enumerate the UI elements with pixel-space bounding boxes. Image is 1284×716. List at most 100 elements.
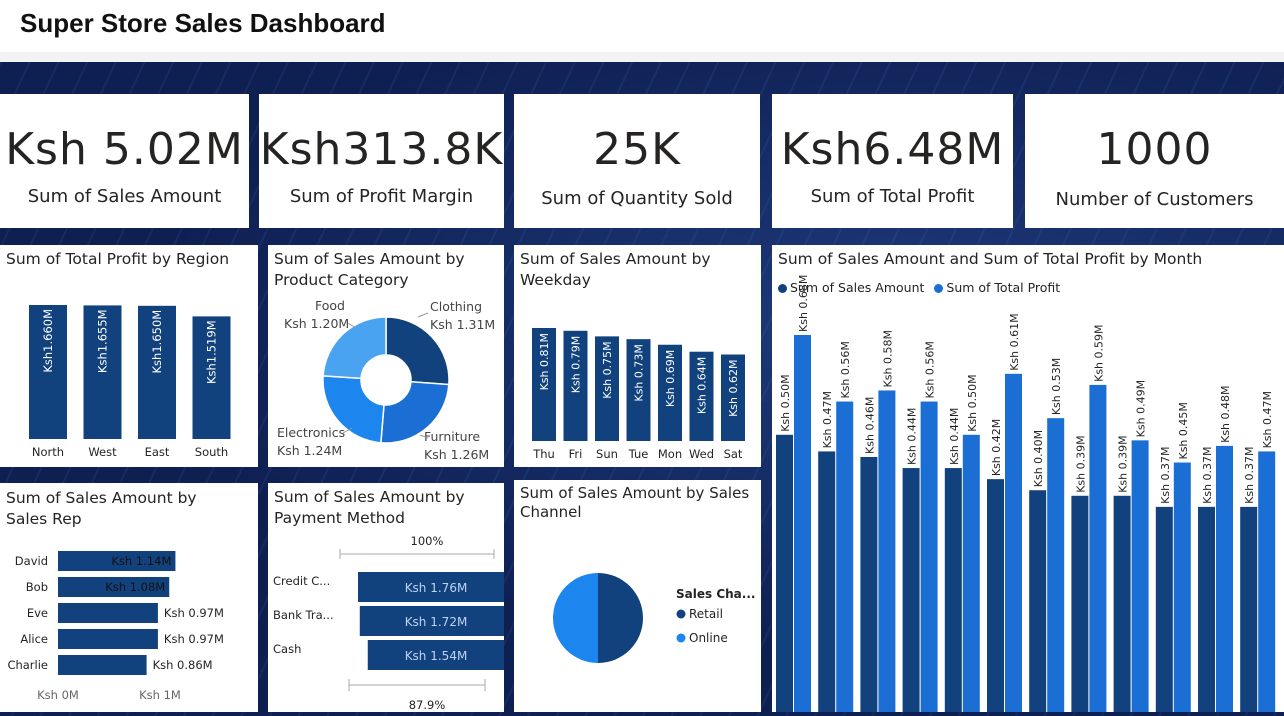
payment-bar-data-label: Ksh 1.76M bbox=[405, 581, 468, 595]
category-value-label: Ksh 1.26M bbox=[424, 447, 489, 462]
salesrep-category-label: Eve bbox=[27, 606, 48, 620]
sales-amount-bar bbox=[987, 479, 1004, 712]
region-bar-data-label: Ksh1.660M bbox=[41, 309, 55, 373]
category-value-label: Ksh 1.24M bbox=[277, 443, 342, 458]
weekday-bar-data-label: Ksh 0.81M bbox=[538, 333, 551, 390]
category-sales-chart[interactable]: Sum of Sales Amount by Product Category … bbox=[268, 245, 504, 467]
sales-amount-data-label: Ksh 0.37M bbox=[1243, 446, 1256, 503]
payment-sales-chart[interactable]: Sum of Sales Amount by Payment Method 10… bbox=[268, 483, 504, 712]
sales-amount-data-label: Ksh 0.46M bbox=[863, 397, 876, 454]
total-profit-bar bbox=[1047, 418, 1065, 712]
payment-bar-data-label: Ksh 1.54M bbox=[405, 649, 468, 663]
total-profit-bar bbox=[794, 335, 811, 712]
payment-bottom-bracket bbox=[348, 679, 486, 691]
total-profit-bar bbox=[1258, 451, 1276, 712]
category-name-label: Furniture bbox=[424, 429, 480, 444]
salesrep-category-label: David bbox=[15, 554, 48, 568]
sales-amount-data-label: Ksh 0.44M bbox=[948, 408, 961, 465]
salesrep-bar-svg: David Ksh 1.14M Bob Ksh 1.08M Eve Ksh 0.97M Al… bbox=[7, 551, 224, 702]
channel-legend-title: Sales Cha... bbox=[676, 587, 755, 601]
kpi-card-profit-margin[interactable]: Ksh313.8K Sum of Profit Margin bbox=[259, 94, 504, 228]
category-name-label: Electronics bbox=[277, 425, 345, 440]
salesrep-bar-data-label: Ksh 0.86M bbox=[153, 658, 213, 672]
payment-bar-data-label: Ksh 1.72M bbox=[405, 615, 468, 629]
weekday-category-label: Tue bbox=[628, 447, 649, 461]
sales-amount-data-label: Ksh 0.44M bbox=[906, 408, 919, 465]
total-profit-bar bbox=[1005, 373, 1022, 712]
weekday-category-label: Fri bbox=[569, 447, 583, 461]
kpi-label: Sum of Sales Amount bbox=[27, 186, 222, 207]
kpi-card-total-profit[interactable]: Ksh6.48M Sum of Total Profit bbox=[772, 94, 1013, 228]
weekday-category-label: Thu bbox=[532, 447, 555, 461]
sales-amount-bar bbox=[860, 456, 878, 712]
kpi-label: Sum of Quantity Sold bbox=[541, 188, 733, 209]
title-bar: Super Store Sales Dashboard bbox=[0, 0, 1284, 62]
total-profit-data-label: Ksh 0.49M bbox=[1135, 380, 1148, 437]
region-bar-data-label: Ksh1.519M bbox=[205, 320, 219, 384]
total-profit-data-label: Ksh 0.56M bbox=[839, 341, 852, 398]
payment-top-bracket bbox=[339, 549, 495, 559]
total-profit-bar bbox=[1173, 462, 1191, 712]
salesrep-category-label: Charlie bbox=[7, 658, 48, 672]
kpi-card-customers[interactable]: 1000 Number of Customers bbox=[1025, 94, 1284, 228]
weekday-bar-svg: Ksh 0.81M Thu Ksh 0.79M Fri Ksh 0.75M Sun Ksh … bbox=[532, 328, 745, 461]
sales-amount-bar bbox=[1029, 490, 1047, 712]
sales-amount-data-label: Ksh 0.39M bbox=[1117, 435, 1130, 492]
sales-amount-data-label: Ksh 0.40M bbox=[1032, 430, 1045, 487]
payment-top-percent: 100% bbox=[411, 534, 444, 548]
channel-pie-svg: Sales Cha... Retail Online bbox=[553, 573, 755, 663]
weekday-bar-data-label: Ksh 0.73M bbox=[633, 344, 646, 401]
kpi-value: 25K bbox=[593, 124, 681, 175]
channel-sales-chart[interactable]: Sum of Sales Amount by Sales Channel Sal… bbox=[514, 480, 761, 712]
region-category-label: North bbox=[32, 445, 64, 459]
total-profit-data-label: Ksh 0.48M bbox=[1219, 385, 1232, 442]
total-profit-data-label: Ksh 0.59M bbox=[1092, 324, 1105, 381]
payment-category-label: Bank Tra... bbox=[273, 608, 334, 622]
month-sales-profit-chart[interactable]: Sum of Sales Amount and Sum of Total Pro… bbox=[772, 245, 1284, 712]
payment-funnel-svg: 100% Ksh 1.76M Credit C... Ksh 1.72M Bank Tr… bbox=[273, 534, 504, 712]
salesrep-bar bbox=[58, 655, 147, 675]
total-profit-data-label: Ksh 0.50M bbox=[966, 374, 979, 431]
category-value-label: Ksh 1.31M bbox=[430, 317, 495, 332]
total-profit-bar bbox=[878, 390, 896, 712]
weekday-bar-data-label: Ksh 0.62M bbox=[727, 360, 740, 417]
sales-amount-data-label: Ksh 0.50M bbox=[779, 374, 792, 431]
weekday-bar-data-label: Ksh 0.69M bbox=[664, 350, 677, 407]
sales-amount-bar bbox=[944, 468, 962, 712]
region-bar-data-label: Ksh1.650M bbox=[150, 310, 164, 374]
sales-amount-bar bbox=[1155, 506, 1173, 712]
kpi-label: Number of Customers bbox=[1055, 189, 1254, 210]
salesrep-sales-chart[interactable]: Sum of Sales Amount by Sales Rep David Ks… bbox=[0, 483, 258, 712]
sales-amount-bar bbox=[1240, 506, 1258, 712]
sales-amount-bar bbox=[818, 451, 836, 712]
weekday-bar-data-label: Ksh 0.64M bbox=[696, 357, 709, 414]
total-profit-data-label: Ksh 0.47M bbox=[1261, 391, 1274, 448]
sales-amount-data-label: Ksh 0.47M bbox=[821, 391, 834, 448]
sales-amount-data-label: Ksh 0.42M bbox=[990, 419, 1003, 476]
salesrep-bar-data-label: Ksh 1.08M bbox=[105, 580, 165, 594]
kpi-card-quantity-sold[interactable]: 25K Sum of Quantity Sold bbox=[514, 94, 760, 228]
weekday-category-label: Sun bbox=[596, 447, 618, 461]
category-value-label: Ksh 1.20M bbox=[284, 316, 349, 331]
salesrep-category-label: Alice bbox=[20, 632, 48, 646]
total-profit-bar bbox=[1216, 445, 1233, 712]
kpi-value: 1000 bbox=[1096, 124, 1213, 175]
region-category-label: South bbox=[195, 445, 228, 459]
weekday-bar-data-label: Ksh 0.79M bbox=[570, 336, 583, 393]
channel-pie-slice bbox=[553, 573, 598, 663]
weekday-sales-chart[interactable]: Sum of Sales Amount by Weekday Ksh 0.81M… bbox=[514, 245, 761, 467]
kpi-card-sales-amount[interactable]: Ksh 5.02M Sum of Sales Amount bbox=[0, 94, 249, 228]
total-profit-data-label: Ksh 0.53M bbox=[1050, 358, 1063, 415]
salesrep-bar bbox=[58, 629, 158, 649]
total-profit-data-label: Ksh 0.56M bbox=[924, 341, 937, 398]
channel-legend-dot bbox=[676, 609, 686, 619]
channel-pie-slice bbox=[598, 573, 643, 663]
salesrep-bar-data-label: Ksh 1.14M bbox=[111, 554, 171, 568]
total-profit-data-label: Ksh 0.45M bbox=[1177, 402, 1190, 459]
region-profit-chart[interactable]: Sum of Total Profit by Region Ksh1.660M N… bbox=[0, 245, 258, 467]
category-donut-svg: Clothing Ksh 1.31M Furniture Ksh 1.26M Elect… bbox=[277, 298, 495, 462]
category-name-label: Clothing bbox=[430, 299, 482, 314]
sales-amount-bar bbox=[1071, 495, 1089, 712]
sales-amount-bar bbox=[1198, 506, 1215, 712]
total-profit-bar bbox=[1089, 384, 1107, 712]
